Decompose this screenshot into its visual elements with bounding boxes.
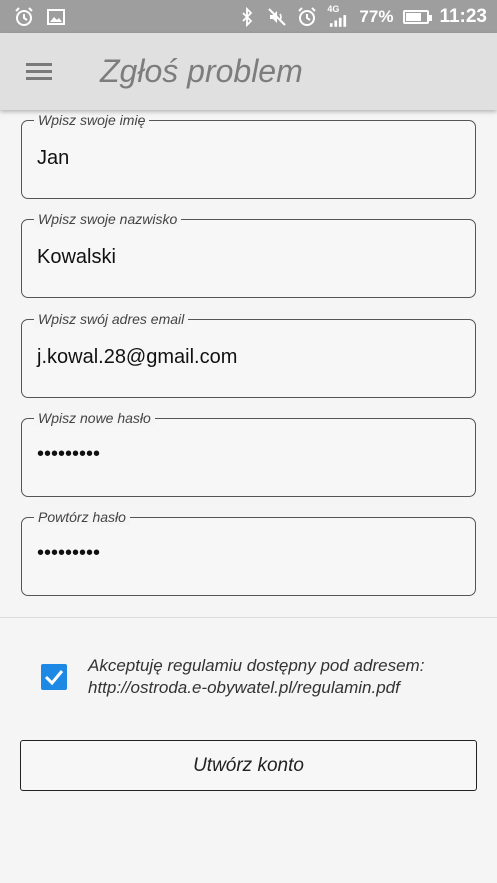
email-field[interactable]: Wpisz swój adres email j.kowal.28@gmail.… [21, 311, 476, 398]
divider [0, 617, 497, 618]
image-icon [47, 9, 65, 25]
battery-icon [403, 10, 433, 24]
signal-icon: 4G [327, 4, 349, 28]
page-title: Zgłoś problem [100, 53, 303, 89]
first-name-field[interactable]: Wpisz swoje imię Jan [21, 112, 476, 199]
password-repeat-value[interactable]: ••••••••• [37, 542, 100, 565]
menu-icon[interactable] [26, 63, 52, 81]
status-bar-right: 4G 77% 11:23 [237, 3, 487, 31]
last-name-label: Wpisz swoje nazwisko [34, 211, 182, 227]
status-bar: 4G 77% 11:23 [0, 0, 497, 33]
email-value[interactable]: j.kowal.28@gmail.com [37, 346, 237, 369]
checkmark-icon [44, 670, 64, 686]
status-bar-left [14, 7, 66, 27]
password-repeat-field[interactable]: Powtórz hasło ••••••••• [21, 509, 476, 596]
create-account-button[interactable]: Utwórz konto [20, 740, 477, 791]
password-field[interactable]: Wpisz nowe hasło ••••••••• [21, 410, 476, 497]
password-value[interactable]: ••••••••• [37, 443, 100, 466]
terms-text: Akceptuję regulamiu dostępny pod adresem… [88, 655, 424, 699]
first-name-value[interactable]: Jan [37, 147, 69, 170]
network-type: 4G [327, 4, 340, 14]
alarm-clock-icon [298, 7, 317, 26]
terms-line-1: Akceptuję regulamiu dostępny pod adresem… [88, 656, 425, 675]
alarm-icon [15, 7, 33, 26]
bluetooth-icon [242, 7, 253, 27]
password-label: Wpisz nowe hasło [34, 410, 155, 426]
password-repeat-label: Powtórz hasło [34, 509, 130, 525]
last-name-field[interactable]: Wpisz swoje nazwisko Kowalski [21, 211, 476, 298]
clock: 11:23 [439, 6, 487, 27]
terms-checkbox[interactable] [41, 664, 67, 690]
first-name-label: Wpisz swoje imię [34, 112, 150, 128]
mute-icon [268, 8, 287, 26]
last-name-value[interactable]: Kowalski [37, 246, 116, 269]
terms-link[interactable]: http://ostroda.e-obywatel.pl/regulamin.p… [88, 677, 424, 699]
battery-percent: 77% [359, 7, 394, 26]
email-label: Wpisz swój adres email [34, 311, 189, 327]
app-bar: Zgłoś problem [0, 33, 497, 110]
